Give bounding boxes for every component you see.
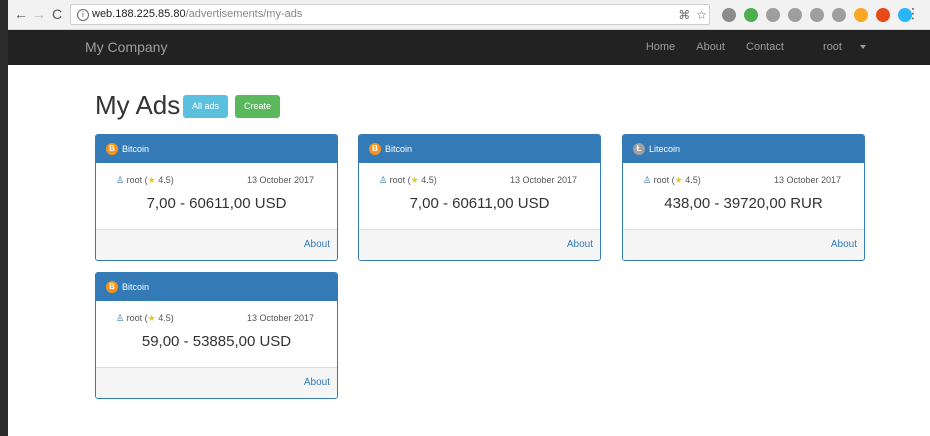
extension-icon[interactable] [810,7,824,22]
extension-icon[interactable] [832,7,846,22]
star-icon: ★ [147,313,156,323]
ad-price-range: 7,00 - 60611,00 USD [409,195,550,212]
browser-toolbar: ← → C i web.188.225.85.80/advertisements… [8,0,930,30]
forward-arrow-icon[interactable]: → [32,6,46,22]
about-link[interactable]: About [304,239,330,250]
extensions-bar [722,6,920,24]
user-icon: ♙ [116,313,125,323]
address-bar[interactable]: i web.188.225.85.80/advertisements/my-ad… [70,4,710,25]
user-icon: ♙ [116,175,125,185]
about-link[interactable]: About [831,239,857,250]
window-edge [0,0,8,436]
ad-date: 13 October 2017 [246,313,314,323]
ad-price-range: 438,00 - 39720,00 RUR [664,195,823,212]
url-path: /advertisements/my-ads [185,8,303,20]
user-rating: 4.5 [421,175,434,185]
ad-user: ♙ root (★ 4.5) [379,175,437,185]
nav-home-link[interactable]: Home [646,41,675,53]
coin-name: Bitcoin [122,144,150,154]
ad-price-range: 7,00 - 60611,00 USD [146,195,287,212]
about-link[interactable]: About [567,239,593,250]
user-name[interactable]: root [654,175,670,185]
ad-date: 13 October 2017 [246,175,314,185]
user-rating: 4.5 [158,313,171,323]
nav-about-link[interactable]: About [696,41,725,53]
ad-card-header: B Bitcoin [96,273,337,301]
caret-down-icon [860,45,866,50]
site-navbar: My Company Home About Contact root [8,30,930,65]
nav-contact-link[interactable]: Contact [746,41,784,53]
user-icon: ♙ [379,175,388,185]
ad-price-range: 59,00 - 53885,00 USD [141,333,292,350]
star-icon: ★ [674,175,683,185]
ad-meta: ♙ root (★ 4.5) 13 October 2017 [96,313,337,333]
star-icon: ★ [147,175,156,185]
user-rating: 4.5 [158,175,171,185]
extension-icon[interactable] [854,7,868,22]
ad-card-footer: About [623,229,864,260]
user-rating: 4.5 [685,175,698,185]
extension-icon[interactable] [744,7,758,22]
bookmark-star-icon[interactable]: ☆ [696,8,707,22]
reload-icon[interactable]: C [52,6,62,22]
about-link[interactable]: About [304,377,330,388]
ad-card: B Bitcoin ♙ root (★ 4.5) 13 October 2017… [95,134,338,261]
coin-name: Bitcoin [122,282,150,292]
coin-name: Bitcoin [385,144,413,154]
ad-card: B Bitcoin ♙ root (★ 4.5) 13 October 2017… [95,272,338,399]
page-title: My Ads [95,90,181,120]
coin-name: Litecoin [649,144,681,154]
address-bar-icons: ⌘ ☆ [672,8,707,22]
user-name[interactable]: root [390,175,406,185]
ad-meta: ♙ root (★ 4.5) 13 October 2017 [96,175,337,195]
info-icon[interactable]: i [77,9,89,21]
ad-card-footer: About [96,229,337,260]
translate-icon[interactable]: ⌘ [678,8,690,22]
back-arrow-icon[interactable]: ← [14,6,28,22]
ad-meta: ♙ root (★ 4.5) 13 October 2017 [623,175,864,195]
bitcoin-icon: B [369,143,381,155]
url-host: web.188.225.85.80 [92,8,186,20]
ad-card: B Bitcoin ♙ root (★ 4.5) 13 October 2017… [358,134,601,261]
extension-icon[interactable] [722,7,736,22]
star-icon: ★ [410,175,419,185]
ad-meta: ♙ root (★ 4.5) 13 October 2017 [359,175,600,195]
create-button[interactable]: Create [235,95,281,118]
extension-icon[interactable] [788,7,802,22]
extension-icon[interactable] [876,7,890,22]
user-menu-dropdown[interactable]: root [805,41,866,53]
ad-date: 13 October 2017 [773,175,841,185]
bitcoin-icon: B [106,281,118,293]
ad-user: ♙ root (★ 4.5) [643,175,701,185]
litecoin-icon: Ł [633,143,645,155]
ad-card-header: B Bitcoin [96,135,337,163]
nav-links: Home About Contact root [628,41,866,53]
extension-icon[interactable] [766,7,780,22]
url-text: web.188.225.85.80/advertisements/my-ads [92,8,302,20]
bitcoin-icon: B [106,143,118,155]
user-name[interactable]: root [127,175,143,185]
ad-card-header: Ł Litecoin [623,135,864,163]
user-name[interactable]: root [127,313,143,323]
user-icon: ♙ [643,175,652,185]
user-menu-label: root [823,41,842,53]
all-ads-button[interactable]: All ads [183,95,229,118]
browser-menu-icon[interactable]: ⋮ [906,5,920,22]
ad-date: 13 October 2017 [509,175,577,185]
ad-card-footer: About [96,367,337,398]
ad-card: Ł Litecoin ♙ root (★ 4.5) 13 October 201… [622,134,865,261]
ad-card-footer: About [359,229,600,260]
brand-link[interactable]: My Company [85,39,167,55]
ad-card-header: B Bitcoin [359,135,600,163]
ad-user: ♙ root (★ 4.5) [116,313,174,323]
ad-user: ♙ root (★ 4.5) [116,175,174,185]
